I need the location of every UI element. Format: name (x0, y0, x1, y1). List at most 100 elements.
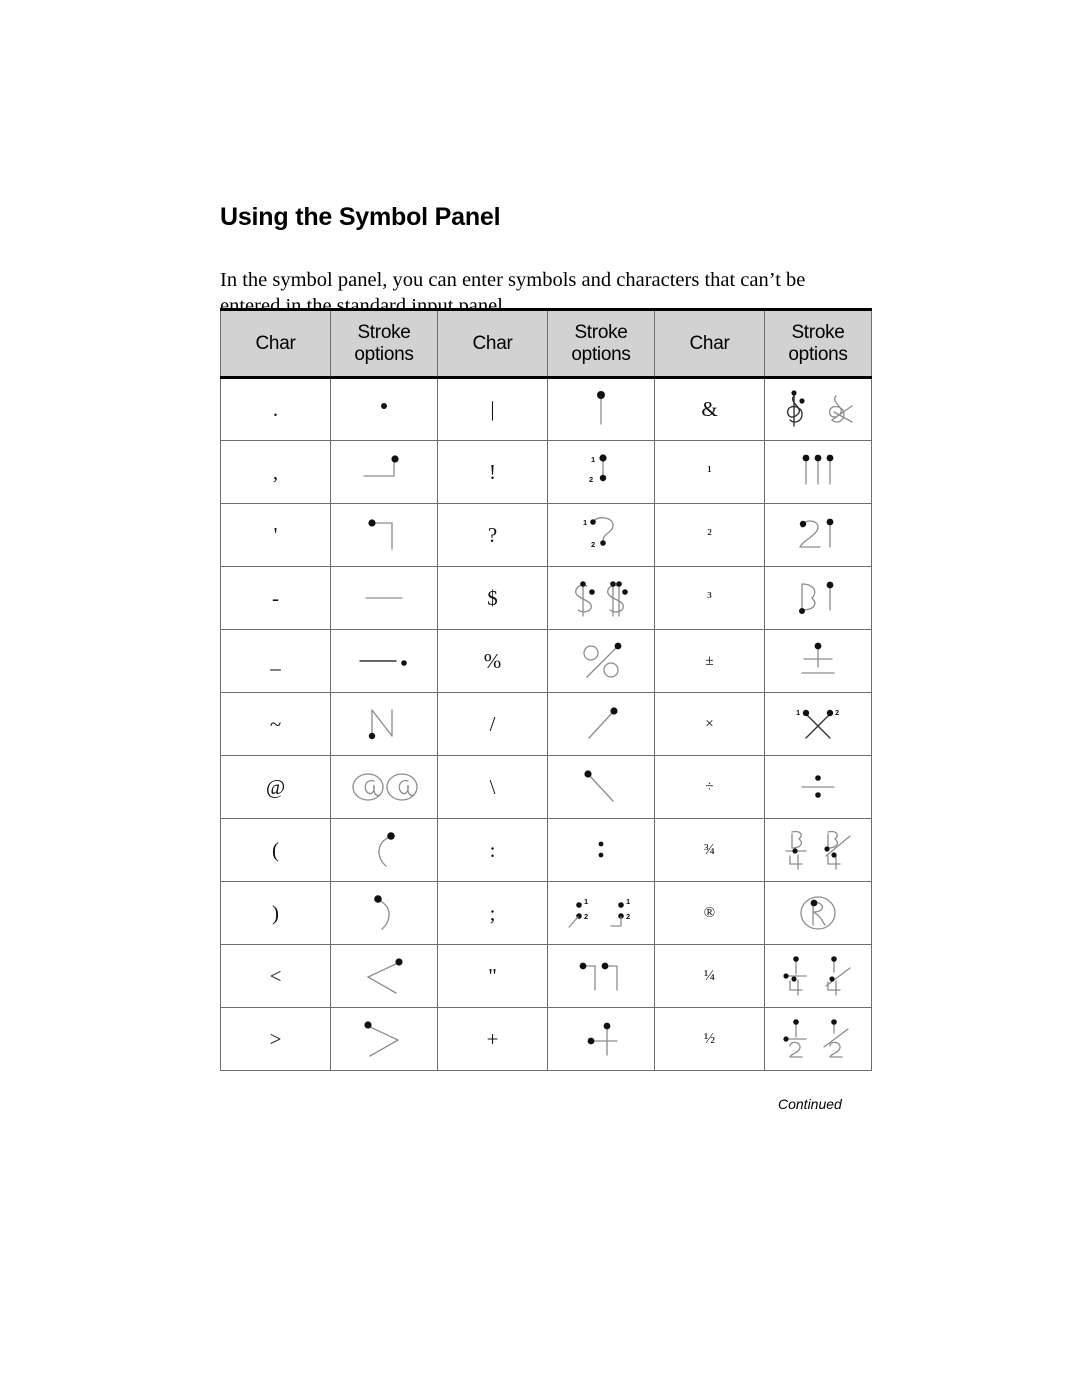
column-header-label-line1: Stroke (574, 321, 628, 343)
ampersand-stroke (764, 377, 872, 441)
semicolon-variant-2: 1 2 (610, 897, 630, 927)
superscript-two-stroke-glyph (799, 518, 834, 548)
double-quote-stroke (547, 944, 655, 1008)
registered-stroke (764, 881, 872, 945)
greater-than-stroke-glyph (364, 1021, 400, 1057)
char-cell: , (220, 440, 331, 504)
column-header-label: Char (689, 332, 730, 354)
char-cell: ¹ (654, 440, 765, 504)
char-cell: | (437, 377, 548, 441)
char-cell: % (437, 629, 548, 693)
semicolon-stroke: 1 2 1 2 (547, 881, 655, 945)
ampersand-stroke-glyph (786, 389, 853, 427)
char-cell: ' (220, 503, 331, 567)
close-paren-stroke (330, 881, 438, 945)
three-quarters-stroke-glyph (785, 830, 851, 870)
hyphen-stroke-glyph (365, 597, 403, 599)
table-row: @ \ ÷ (220, 755, 872, 819)
column-header-label-line1: Stroke (791, 321, 845, 343)
colon-stroke (547, 818, 655, 882)
exclamation-stroke: 1 2 (547, 440, 655, 504)
table-row: . | & (220, 377, 872, 441)
plus-stroke-glyph (587, 1022, 618, 1056)
char-cell: ( (220, 818, 331, 882)
column-header-label: Char (472, 332, 513, 354)
char-cell: ¾ (654, 818, 765, 882)
column-header-label-line2: options (788, 343, 848, 365)
plus-stroke (547, 1007, 655, 1071)
char-cell: ? (437, 503, 548, 567)
underscore-stroke (330, 629, 438, 693)
three-quarters-variant-2 (824, 830, 851, 870)
stroke-order-2: 2 (589, 475, 593, 484)
char-cell: - (220, 566, 331, 630)
char-cell: @ (220, 755, 331, 819)
less-than-stroke (330, 944, 438, 1008)
column-header-char-1: Char (220, 308, 331, 379)
table-body: . | & , ! 1 2 ¹ ' ? 1 2 ² - $ ³ _ % ± ~ … (220, 377, 872, 1071)
forward-slash-stroke (547, 692, 655, 756)
one-quarter-variant-2 (825, 956, 851, 996)
one-half-variant-1 (783, 1019, 807, 1058)
at-variant-1 (352, 773, 384, 801)
one-quarter-variant-1 (783, 956, 807, 996)
char-cell: & (654, 377, 765, 441)
table-row: ) ; 1 2 1 2 ® (220, 881, 872, 945)
multiplication-stroke-glyph: 1 2 (796, 708, 839, 739)
question-mark-stroke: 1 2 (547, 503, 655, 567)
one-quarter-stroke (764, 944, 872, 1008)
char-cell: / (437, 692, 548, 756)
char-cell: ³ (654, 566, 765, 630)
dollar-stroke-glyph (575, 581, 628, 617)
period-stroke-glyph (381, 402, 387, 409)
multiplication-stroke: 1 2 (764, 692, 872, 756)
one-half-stroke (764, 1007, 872, 1071)
underscore-stroke-glyph (359, 660, 407, 666)
one-half-stroke-glyph (783, 1019, 849, 1058)
char-cell: ) (220, 881, 331, 945)
char-cell: ± (654, 629, 765, 693)
stroke-order-1: 1 (584, 897, 588, 906)
apostrophe-stroke (330, 503, 438, 567)
apostrophe-stroke-glyph (368, 519, 393, 550)
stroke-order-2: 2 (626, 912, 630, 921)
superscript-three-stroke (764, 566, 872, 630)
column-header-label-line2: options (571, 343, 631, 365)
stroke-order-1: 1 (583, 518, 587, 527)
tilde-stroke-glyph (368, 709, 393, 740)
percent-stroke (547, 629, 655, 693)
ampersand-variant-1 (786, 389, 805, 427)
char-cell: : (437, 818, 548, 882)
char-cell: . (220, 377, 331, 441)
greater-than-stroke (330, 1007, 438, 1071)
one-half-variant-2 (823, 1019, 849, 1058)
close-paren-stroke-glyph (374, 895, 390, 930)
continued-note: Continued (778, 1096, 842, 1112)
column-header-char-2: Char (437, 308, 548, 379)
document-page: Using the Symbol Panel In the symbol pan… (0, 0, 1080, 1397)
table-row: ~ / × 1 2 (220, 692, 872, 756)
char-cell: ; (437, 881, 548, 945)
period-stroke (330, 377, 438, 441)
stroke-order-1: 1 (626, 897, 630, 906)
char-cell: _ (220, 629, 331, 693)
table-row: - $ ³ (220, 566, 872, 630)
hyphen-stroke (330, 566, 438, 630)
table-row: ' ? 1 2 ² (220, 503, 872, 567)
table-header: Char Stroke options Char Stroke options … (220, 308, 872, 379)
char-cell: < (220, 944, 331, 1008)
division-stroke-glyph (801, 775, 835, 798)
question-mark-stroke-glyph: 1 2 (583, 517, 614, 549)
superscript-one-stroke-glyph (802, 454, 834, 485)
char-cell: > (220, 1007, 331, 1071)
table-row: , ! 1 2 ¹ (220, 440, 872, 504)
vertical-bar-stroke-glyph (597, 390, 605, 425)
char-cell: \ (437, 755, 548, 819)
char-cell: + (437, 1007, 548, 1071)
percent-stroke-glyph (583, 642, 622, 678)
column-header-label-line2: options (354, 343, 414, 365)
char-cell: ÷ (654, 755, 765, 819)
comma-stroke-glyph (363, 455, 399, 477)
table-row: < " ¼ (220, 944, 872, 1008)
column-header-stroke-1: Stroke options (330, 308, 438, 379)
